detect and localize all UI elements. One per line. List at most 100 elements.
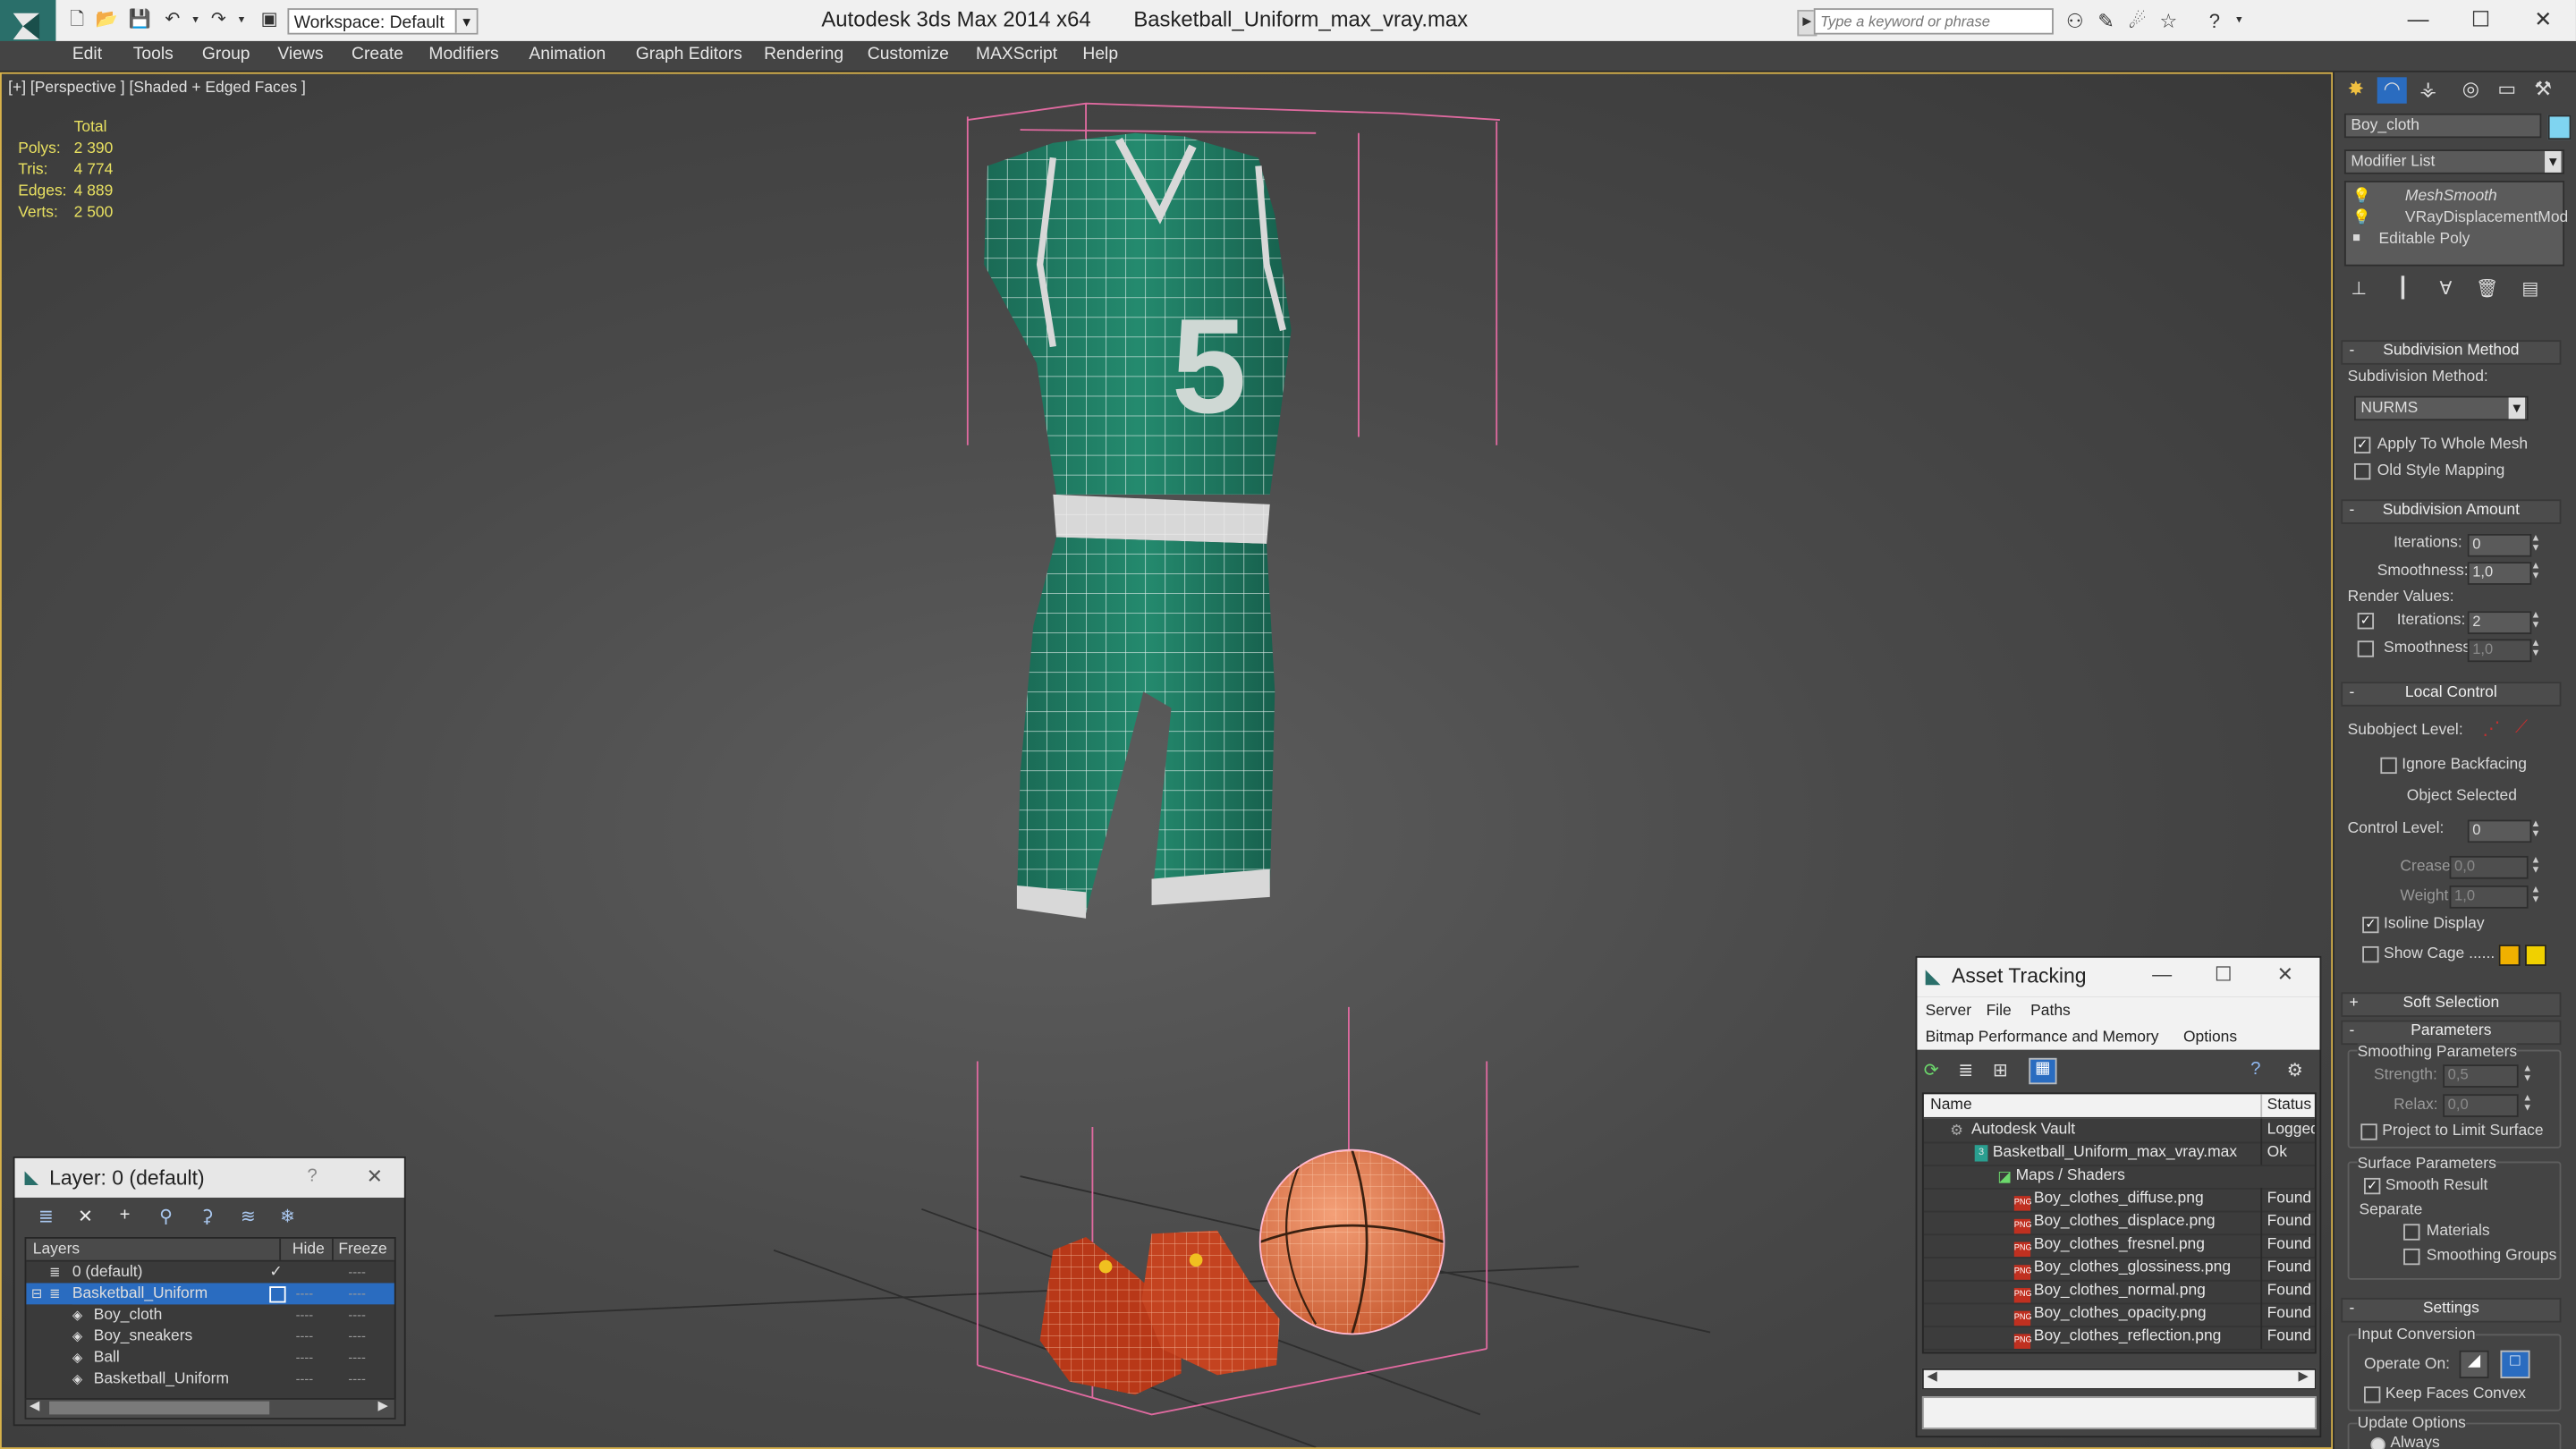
menu-paths[interactable]: Paths [2030, 1002, 2071, 1020]
isoline-display-checkbox[interactable]: ✓ [2362, 916, 2379, 934]
communication-center-icon[interactable]: ☄ [2126, 10, 2149, 33]
help-dropdown-icon[interactable]: ▾ [2228, 10, 2251, 33]
active-layer-check-icon[interactable]: ✓ [269, 1262, 283, 1284]
rollout-parameters[interactable]: - Parameters [2341, 1020, 2562, 1046]
layer-row[interactable]: ≣ 0 (default) ✓ ---- [26, 1262, 394, 1284]
hide-all-layers-icon[interactable]: ≋ [233, 1206, 263, 1232]
new-layer-icon[interactable]: ≣ [31, 1206, 61, 1232]
maximize-button[interactable]: ☐ [2215, 962, 2233, 986]
minimize-button[interactable]: — [2152, 962, 2172, 986]
refresh-icon[interactable]: ⟳ [1924, 1060, 1939, 1081]
pin-stack-icon[interactable]: ⊥ [2351, 277, 2367, 299]
close-icon[interactable]: ✕ [367, 1165, 383, 1188]
favorites-star-icon[interactable]: ☆ [2157, 10, 2181, 33]
render-iterations-checkbox[interactable]: ✓ [2357, 613, 2375, 630]
spinner-arrows-icon[interactable]: ▲ ▼ [2521, 1094, 2533, 1114]
spinner-arrows-icon[interactable]: ▲ ▼ [2530, 856, 2542, 876]
lightbulb-icon[interactable]: 💡 [2352, 208, 2371, 226]
project-limit-checkbox[interactable] [2360, 1123, 2377, 1140]
layer-freeze-toggle[interactable]: ---- [348, 1326, 366, 1347]
utilities-tab-icon[interactable]: ⚒ [2529, 77, 2558, 103]
object-color-swatch[interactable] [2547, 114, 2572, 140]
cage-color-swatch-2[interactable] [2525, 945, 2546, 966]
minimize-button[interactable]: — [2385, 4, 2451, 37]
materials-checkbox[interactable] [2403, 1224, 2420, 1241]
settings-icon[interactable]: ⚙ [2287, 1060, 2303, 1081]
menu-edit[interactable]: Edit [72, 45, 102, 64]
freeze-all-layers-icon[interactable]: ❄ [273, 1206, 302, 1232]
subscription-icon[interactable]: ✎ [2095, 10, 2118, 33]
object-name-field[interactable]: Boy_cloth [2343, 113, 2542, 139]
smoothness-spinner[interactable]: 1,0 [2467, 562, 2532, 585]
menu-help[interactable]: Help [1082, 45, 1118, 64]
table-view-icon[interactable]: ▦ [2029, 1057, 2057, 1085]
spinner-arrows-icon[interactable]: ▲ ▼ [2530, 639, 2542, 658]
help-icon[interactable]: ? [2203, 10, 2226, 33]
crease-spinner[interactable]: 0,0 [2449, 855, 2529, 879]
modifier-list-dropdown[interactable]: Modifier List ▼ [2343, 149, 2565, 174]
make-current-box[interactable] [269, 1286, 286, 1303]
menu-maxscript[interactable]: MAXScript [976, 45, 1057, 64]
close-button[interactable]: ✕ [2277, 962, 2293, 986]
add-to-layer-icon[interactable]: + [110, 1206, 140, 1232]
spinner-arrows-icon[interactable]: ▲ ▼ [2530, 562, 2542, 581]
keep-faces-convex-checkbox[interactable] [2364, 1386, 2381, 1403]
layer-row[interactable]: ⊟ ≣ Basketball_Uniform ---- ---- [26, 1283, 394, 1305]
asset-row[interactable]: PNG Boy_clothes_reflection.png Found [1923, 1326, 2315, 1351]
close-button[interactable]: ✕ [2510, 4, 2575, 37]
search-input[interactable]: Type a keyword or phrase [1813, 8, 2054, 35]
layer-freeze-toggle[interactable]: ---- [348, 1347, 366, 1368]
layer-horizontal-scrollbar[interactable]: ◀ ▶ [24, 1398, 396, 1419]
layer-hide-toggle[interactable]: ---- [296, 1326, 314, 1347]
scrollbar-thumb[interactable] [49, 1401, 270, 1415]
column-layers[interactable]: Layers [33, 1239, 80, 1260]
menu-customize[interactable]: Customize [868, 45, 949, 64]
layer-row[interactable]: ◈ Boy_sneakers ---- ---- [26, 1326, 394, 1347]
rollout-settings[interactable]: - Settings [2341, 1297, 2562, 1323]
menu-views[interactable]: Views [277, 45, 323, 64]
operate-on-polygon-icon[interactable]: □ [2500, 1350, 2530, 1378]
asset-row[interactable]: PNG Boy_clothes_displace.png Found [1923, 1210, 2315, 1236]
spinner-arrows-icon[interactable]: ▲ ▼ [2530, 534, 2542, 554]
open-file-icon[interactable]: 📂 [96, 10, 119, 31]
spinner-arrows-icon[interactable]: ▲ ▼ [2530, 820, 2542, 840]
column-name[interactable]: Name [1930, 1094, 1972, 1117]
layer-freeze-toggle[interactable]: ---- [348, 1283, 366, 1304]
operate-on-triangle-icon[interactable]: ◢ [2459, 1350, 2489, 1378]
create-tab-icon[interactable]: ✸ [2341, 77, 2370, 103]
spinner-arrows-icon[interactable]: ▲ ▼ [2530, 611, 2542, 631]
layer-row[interactable]: ◈ Boy_cloth ---- ---- [26, 1304, 394, 1326]
stack-item-vraydisplacement[interactable]: VRayDisplacementMod [2405, 208, 2568, 226]
strength-spinner[interactable]: 0,5 [2443, 1064, 2519, 1088]
expand-icon[interactable]: ■ [2352, 230, 2360, 245]
remove-modifier-icon[interactable]: 🗑 [2476, 277, 2499, 299]
scroll-right-icon[interactable]: ▶ [2299, 1368, 2309, 1384]
rollout-subdivision-amount[interactable]: - Subdivision Amount [2341, 499, 2562, 524]
edge-subobject-icon[interactable]: ⟋ [2515, 718, 2528, 740]
stack-item-editable-poly[interactable]: Editable Poly [2379, 230, 2470, 248]
vertex-subobject-icon[interactable]: ⋰ [2482, 718, 2500, 739]
redo-icon[interactable]: ↷ [207, 10, 230, 31]
scroll-left-icon[interactable]: ◀ [30, 1398, 39, 1413]
iterations-spinner[interactable]: 0 [2467, 533, 2532, 557]
asset-row[interactable]: 3 Basketball_Uniform_max_vray.max Ok [1923, 1141, 2315, 1167]
show-end-result-icon[interactable]: ┃ [2397, 276, 2409, 300]
scroll-left-icon[interactable]: ◀ [1927, 1368, 1936, 1384]
menu-create[interactable]: Create [352, 45, 403, 64]
menu-server[interactable]: Server [1926, 1002, 1971, 1020]
undo-icon[interactable]: ↶ [161, 10, 184, 31]
layer-hide-toggle[interactable]: ---- [296, 1347, 314, 1368]
highlight-layer-icon[interactable]: ⚳ [192, 1206, 222, 1232]
collapse-icon[interactable]: ⊟ [31, 1283, 42, 1304]
project-folder-icon[interactable]: ▣ [258, 10, 281, 31]
menu-modifiers[interactable]: Modifiers [428, 45, 498, 64]
new-file-icon[interactable]: 🗋 [65, 10, 89, 31]
layer-row[interactable]: ◈ Basketball_Uniform ---- ---- [26, 1368, 394, 1390]
ignore-backfacing-checkbox[interactable] [2380, 757, 2397, 775]
help-icon[interactable]: ? [2250, 1060, 2260, 1080]
column-hide[interactable]: Hide [279, 1238, 325, 1260]
layer-hide-toggle[interactable]: ---- [296, 1304, 314, 1326]
asset-row[interactable]: PNG Boy_clothes_opacity.png Found [1923, 1302, 2315, 1328]
render-smoothness-checkbox[interactable] [2357, 640, 2375, 657]
menu-tools[interactable]: Tools [133, 45, 174, 64]
